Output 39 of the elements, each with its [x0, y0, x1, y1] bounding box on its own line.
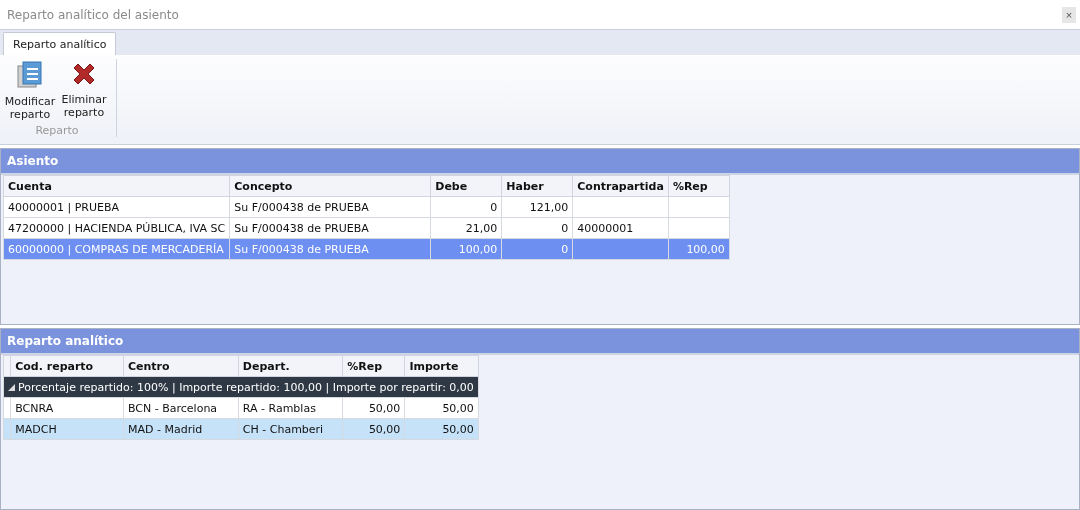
table-cell: 50,00: [404, 397, 479, 419]
table-cell: 50,00: [342, 397, 405, 419]
table-cell: BCNRA: [10, 397, 124, 419]
column-header[interactable]: Importe: [404, 355, 479, 377]
table-cell: 40000001 | PRUEBA: [3, 196, 230, 218]
table-cell: MADCH: [10, 418, 124, 440]
table-cell: 0: [430, 196, 502, 218]
table-cell: Su F/000438 de PRUEBA: [229, 217, 431, 239]
panel-header: Asiento: [1, 149, 1079, 175]
column-header[interactable]: Debe: [430, 175, 502, 197]
column-header[interactable]: Cuenta: [3, 175, 230, 197]
expand-triangle-icon[interactable]: [8, 383, 15, 391]
close-button[interactable]: ×: [1062, 6, 1076, 23]
column-header[interactable]: Haber: [501, 175, 573, 197]
delete-icon: [71, 61, 97, 87]
document-icon: [17, 61, 43, 89]
group-row[interactable]: Porcentaje repartido: 100% | Importe repartido: 100,00 | Importe por repartir: 0,00: [3, 376, 479, 398]
column-header[interactable]: Cod. reparto: [10, 355, 124, 377]
table-cell: BCN - Barcelona: [123, 397, 239, 419]
column-header[interactable]: %Rep: [342, 355, 405, 377]
column-header[interactable]: Concepto: [229, 175, 431, 197]
table-cell: 40000001: [572, 217, 669, 239]
table-cell: 60000000 | COMPRAS DE MERCADERÍA: [3, 238, 230, 260]
ribbon-tab[interactable]: Reparto analítico: [3, 32, 117, 55]
column-header[interactable]: %Rep: [668, 175, 730, 197]
column-header[interactable]: Centro: [123, 355, 239, 377]
column-header[interactable]: Depart.: [238, 355, 343, 377]
table-cell: Su F/000438 de PRUEBA: [229, 196, 431, 218]
table-cell: 21,00: [430, 217, 502, 239]
window-title: Reparto analítico del asiento: [7, 7, 179, 22]
panel-header: Reparto analítico: [1, 329, 1079, 355]
table-cell: 0: [501, 217, 573, 239]
table-cell: 121,00: [501, 196, 573, 218]
toolbar-button[interactable]: Eliminar reparto: [58, 59, 110, 121]
group-label: Reparto: [35, 124, 79, 137]
table-cell: RA - Ramblas: [238, 397, 343, 419]
toolbar-button[interactable]: Modificar reparto: [4, 59, 56, 121]
column-header[interactable]: Contrapartida: [572, 175, 669, 197]
table-cell: 47200000 | HACIENDA PÚBLICA, IVA SC: [3, 217, 230, 239]
